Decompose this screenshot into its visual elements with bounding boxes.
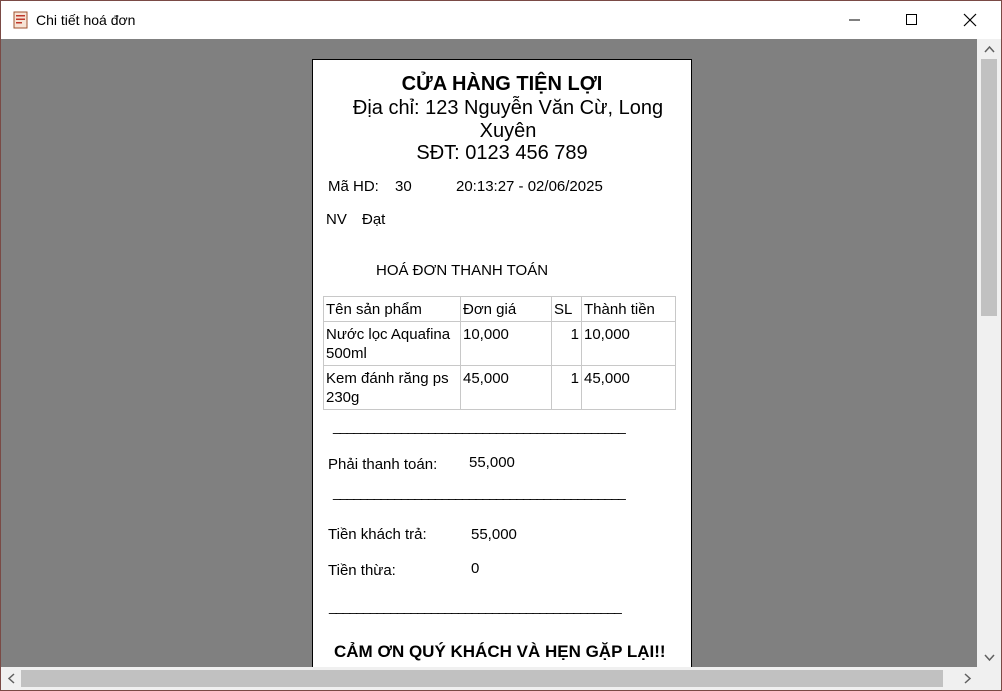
- item-name: Nước lọc Aquafina 500ml: [323, 321, 461, 366]
- vertical-scrollbar[interactable]: [977, 39, 1001, 669]
- item-price: 45,000: [460, 365, 552, 410]
- receipt-heading: HOÁ ĐƠN THANH TOÁN: [376, 262, 549, 279]
- shop-address: Địa chỉ: 123 Nguyễn Văn Cừ, Long Xuyên: [352, 97, 664, 142]
- receipt-paper: CỬA HÀNG TIỆN LỢI Địa chỉ: 123 Nguyễn Vă…: [312, 59, 692, 667]
- scroll-up-icon[interactable]: [981, 41, 998, 58]
- vertical-scroll-thumb[interactable]: [981, 59, 997, 316]
- minimize-icon: [849, 19, 860, 21]
- shop-phone: SĐT: 0123 456 789: [416, 142, 588, 164]
- column-header: Tên sản phẩm: [323, 296, 461, 322]
- column-header: SL: [551, 296, 582, 322]
- invoice-datetime: 20:13:27 - 02/06/2025: [456, 178, 603, 195]
- item-price: 10,000: [460, 321, 552, 366]
- scroll-down-icon[interactable]: [981, 649, 998, 666]
- item-total: 45,000: [581, 365, 676, 410]
- invoice-number: 30: [395, 178, 412, 195]
- total-value: 55,000: [469, 454, 515, 471]
- scrollbar-corner: [977, 667, 1001, 690]
- staff-label: NV: [326, 211, 347, 228]
- title-bar[interactable]: Chi tiết hoá đơn: [1, 1, 1001, 39]
- item-name: Kem đánh răng ps 230g: [323, 365, 461, 410]
- paid-label: Tiền khách trả:: [328, 526, 427, 543]
- staff-name: Đạt: [362, 211, 386, 228]
- change-label: Tiền thừa:: [328, 562, 396, 579]
- maximize-button[interactable]: [884, 1, 942, 39]
- items-table: Tên sản phẩm Đơn giá SL Thành tiền Nước …: [323, 296, 676, 410]
- invoice-label: Mã HD:: [328, 178, 379, 195]
- column-header: Thành tiền: [581, 296, 676, 322]
- change-value: 0: [471, 560, 480, 577]
- horizontal-scroll-thumb[interactable]: [21, 670, 943, 687]
- shop-name: CỬA HÀNG TIỆN LỢI: [401, 73, 603, 95]
- close-icon: [963, 13, 977, 27]
- table-row: Nước lọc Aquafina 500ml 10,000 1 10,000: [323, 321, 676, 366]
- window-title: Chi tiết hoá đơn: [36, 12, 136, 28]
- table-header-row: Tên sản phẩm Đơn giá SL Thành tiền: [323, 296, 676, 322]
- column-header: Đơn giá: [460, 296, 552, 322]
- item-qty: 1: [551, 321, 582, 366]
- horizontal-scrollbar[interactable]: [1, 667, 977, 690]
- divider-line: ________________________________________…: [333, 418, 626, 434]
- item-total: 10,000: [581, 321, 676, 366]
- scroll-right-icon[interactable]: [959, 670, 976, 687]
- paid-value: 55,000: [471, 526, 517, 543]
- receipt-icon: [13, 11, 29, 29]
- table-row: Kem đánh răng ps 230g 45,000 1 45,000: [323, 365, 676, 410]
- maximize-icon: [906, 14, 917, 25]
- minimize-button[interactable]: [827, 1, 885, 39]
- total-label: Phải thanh toán:: [328, 456, 438, 473]
- scroll-left-icon[interactable]: [3, 670, 20, 687]
- close-button[interactable]: [942, 1, 1000, 39]
- invoice-detail-window: Chi tiết hoá đơn CỬA HÀNG TIỆN LỢI Địa c…: [0, 0, 1002, 691]
- thank-you-message: CẢM ƠN QUÝ KHÁCH VÀ HẸN GẶP LẠI!!: [334, 642, 666, 661]
- item-qty: 1: [551, 365, 582, 410]
- divider-line: ________________________________________…: [329, 598, 622, 614]
- report-viewer[interactable]: CỬA HÀNG TIỆN LỢI Địa chỉ: 123 Nguyễn Vă…: [1, 39, 977, 667]
- divider-line: ________________________________________…: [333, 484, 626, 500]
